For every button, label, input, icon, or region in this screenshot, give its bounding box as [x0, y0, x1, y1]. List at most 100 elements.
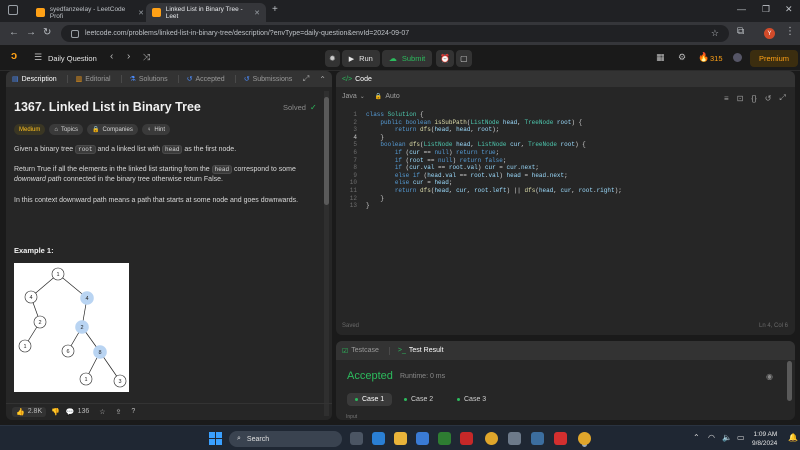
share-icon[interactable]: ⇪	[116, 408, 122, 416]
play-icon: ▶	[348, 55, 355, 63]
tree-node-highlighted: 4	[80, 291, 94, 305]
timer-button[interactable]: ⏰	[436, 50, 455, 67]
tab-search-icon[interactable]	[8, 5, 18, 15]
expand-icon[interactable]: ⤢	[303, 74, 309, 84]
reset-icon[interactable]: ↺	[765, 94, 772, 103]
bookmark-star-icon[interactable]: ☆	[711, 28, 719, 39]
windows-start-icon[interactable]	[209, 432, 222, 445]
close-tab-icon[interactable]: ✕	[138, 9, 144, 17]
code-editor[interactable]: 1 class Solution { 2 public boolean isSub…	[337, 103, 795, 333]
notes-button[interactable]: ▢	[456, 50, 472, 67]
new-tab-button[interactable]: +	[272, 4, 278, 15]
like-button[interactable]: 👍 2.8K	[12, 406, 47, 417]
tab-label: Submissions	[252, 75, 293, 83]
tab-testcase[interactable]: ☑ Testcase	[342, 347, 379, 355]
taskbar-search[interactable]: ⌕ Search	[229, 431, 342, 447]
tab-editorial[interactable]: ▥ Editorial	[76, 75, 111, 84]
thumbs-down-icon[interactable]: 👎	[51, 408, 60, 416]
back-icon[interactable]: ←	[9, 27, 19, 38]
battery-icon[interactable]: ▭	[737, 433, 745, 442]
tab-test-result[interactable]: >_ Test Result	[398, 347, 444, 354]
description-footer: 👍 2.8K 👎 💬 136 ☆ ⇪ ?	[6, 403, 332, 419]
next-problem-icon[interactable]: ›	[127, 51, 130, 62]
app-icon[interactable]	[416, 432, 429, 445]
app-icon[interactable]	[460, 432, 473, 445]
settings-gear-icon[interactable]: ⚙	[678, 52, 686, 63]
eye-icon[interactable]: ◉	[766, 372, 773, 381]
tab-label: syedfanzeelay - LeetCode Profi	[49, 5, 126, 20]
taskbar-clock[interactable]: 1:09 AM 9/8/2024	[752, 430, 777, 448]
youtube-icon[interactable]	[554, 432, 567, 445]
profile-avatar[interactable]: Y	[764, 28, 775, 39]
tree-node: 3	[113, 374, 127, 388]
chrome-icon[interactable]	[485, 432, 498, 445]
task-view-icon[interactable]	[350, 432, 363, 445]
maximize-icon[interactable]: ❐	[762, 4, 770, 15]
case-2-tab[interactable]: Case 2	[396, 393, 441, 406]
braces-icon[interactable]: {}	[751, 94, 756, 103]
tab-accepted[interactable]: ↺ Accepted	[187, 75, 225, 84]
bookmark-icon[interactable]: ⊡	[737, 94, 744, 103]
chrome-active-icon[interactable]	[578, 432, 591, 445]
site-info-icon[interactable]	[71, 29, 79, 38]
browser-tab-problem[interactable]: Linked List in Binary Tree - Leet ✕	[146, 3, 266, 22]
prev-problem-icon[interactable]: ‹	[110, 51, 113, 62]
scrollbar-thumb[interactable]	[787, 361, 792, 401]
problem-list-icon[interactable]: ☰	[34, 52, 42, 63]
run-button[interactable]: ▶ Run	[341, 50, 380, 67]
app-icon[interactable]	[531, 432, 544, 445]
format-icon[interactable]: ≡	[724, 94, 729, 103]
tab-solutions[interactable]: ⚗ Solutions	[130, 75, 168, 84]
description-scrollbar[interactable]	[324, 91, 329, 416]
premium-button[interactable]: Premium	[750, 50, 799, 67]
help-icon[interactable]: ?	[131, 408, 135, 415]
case-3-tab[interactable]: Case 3	[449, 393, 494, 406]
close-window-icon[interactable]: ✕	[785, 4, 793, 15]
extensions-icon[interactable]: ⧉	[737, 26, 744, 37]
tab-submissions[interactable]: ↺ Submissions	[244, 75, 293, 84]
wifi-icon[interactable]: ◠	[708, 433, 715, 442]
lightbulb-icon: ♀	[146, 126, 152, 133]
star-icon[interactable]: ☆	[99, 408, 105, 416]
hint-chip[interactable]: ♀ Hint	[141, 124, 170, 135]
language-select[interactable]: Java	[342, 93, 357, 100]
fullscreen-icon[interactable]: ⤢	[779, 93, 785, 103]
tree-node: 1	[79, 372, 93, 386]
tab-description[interactable]: ▤ Description	[12, 75, 57, 84]
xbox-icon[interactable]	[438, 432, 451, 445]
settings-icon[interactable]	[508, 432, 521, 445]
scrollbar-thumb[interactable]	[324, 97, 329, 205]
browser-menu-icon[interactable]: ⋮	[785, 26, 795, 37]
tab-label: Description	[21, 75, 57, 83]
file-explorer-icon[interactable]	[394, 432, 407, 445]
volume-icon[interactable]: 🔈	[722, 433, 732, 442]
like-count: 2.8K	[27, 408, 43, 415]
url-field[interactable]: leetcode.com/problems/linked-list-in-bin…	[61, 25, 729, 42]
tray-chevron-up-icon[interactable]: ⌃	[693, 433, 700, 442]
problem-title[interactable]: 1367. Linked List in Binary Tree	[14, 100, 201, 114]
submit-button[interactable]: ☁ Submit	[381, 50, 433, 67]
browser-tab-profile[interactable]: syedfanzeelay - LeetCode Profi ✕	[30, 3, 150, 22]
debug-button[interactable]: ✹	[325, 50, 340, 67]
shuffle-icon[interactable]: ⤨	[143, 52, 150, 63]
collapse-icon[interactable]: ⌃	[319, 75, 326, 84]
fire-streak-icon[interactable]: 🔥	[698, 52, 709, 63]
forward-icon[interactable]: →	[26, 27, 36, 38]
notification-bell-icon[interactable]: 🔔	[788, 433, 798, 442]
case-1-tab[interactable]: Case 1	[347, 393, 393, 406]
user-avatar[interactable]	[733, 53, 742, 62]
close-tab-icon[interactable]: ✕	[254, 9, 260, 17]
daily-question-label[interactable]: Daily Question	[48, 54, 97, 63]
pass-dot-icon	[457, 398, 460, 401]
comments-button[interactable]: 💬 136	[66, 408, 89, 416]
reload-icon[interactable]: ↻	[43, 27, 51, 38]
svg-text:2: 2	[80, 325, 83, 331]
auto-mode-label[interactable]: Auto	[385, 93, 399, 100]
companies-chip[interactable]: 🔒 Companies	[86, 124, 138, 135]
vscode-icon[interactable]	[372, 432, 385, 445]
topics-chip[interactable]: ⌂ Topics	[49, 124, 83, 135]
minimize-icon[interactable]: —	[737, 4, 746, 14]
leetcode-logo-icon[interactable]: ↄ	[11, 50, 17, 62]
result-scrollbar[interactable]	[787, 361, 792, 417]
layout-icon[interactable]: ▦	[656, 52, 665, 63]
